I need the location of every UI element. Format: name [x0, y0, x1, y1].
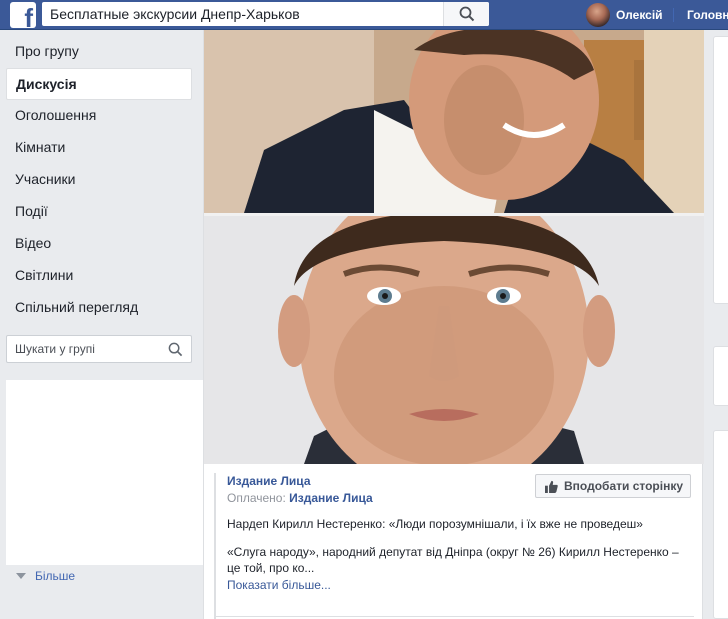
user-name: Олексій — [616, 8, 663, 22]
like-page-button[interactable]: Вподобати сторінку — [535, 474, 691, 498]
group-search-input[interactable]: Шукати у групі — [6, 335, 192, 363]
post-photo-bottom[interactable] — [204, 216, 704, 464]
group-search-placeholder: Шукати у групі — [15, 342, 95, 356]
caret-down-icon — [16, 573, 26, 579]
ad-paid-page[interactable]: Издание Лица — [289, 491, 373, 505]
search-input[interactable]: Бесплатные экскурсии Днепр-Харьков — [42, 2, 489, 26]
ad-headline[interactable]: Нардеп Кирилл Нестеренко: «Люди порозумн… — [227, 517, 643, 531]
thumbs-up-icon — [545, 480, 558, 493]
more-button[interactable]: Більше — [16, 569, 75, 583]
search-icon — [459, 6, 475, 22]
post-photo-top[interactable] — [204, 30, 704, 213]
sidebar-blank-panel — [6, 380, 205, 565]
top-bar: f Бесплатные экскурсии Днепр-Харьков Оле… — [0, 0, 728, 30]
nav-divider — [673, 8, 674, 22]
avatar — [586, 3, 610, 27]
ad-paid-prefix: Оплачено: — [227, 491, 286, 505]
right-column-card — [713, 430, 728, 619]
ad-accent-bar — [214, 473, 216, 619]
more-label: Більше — [35, 569, 76, 583]
sidebar-item-discussion[interactable]: Дискусія — [6, 68, 192, 100]
ad-page-name[interactable]: Издание Лица — [227, 474, 311, 488]
home-link[interactable]: Головна — [687, 8, 728, 22]
sidebar-item-about[interactable]: Про групу — [6, 36, 192, 68]
feed-post: Издание Лица Оплачено: Издание Лица Впод… — [203, 30, 704, 619]
facebook-logo-icon[interactable]: f — [10, 2, 36, 28]
sidebar-item-watch-party[interactable]: Спільний перегляд — [6, 292, 192, 324]
right-column-card — [713, 36, 728, 304]
sidebar-item-members[interactable]: Учасники — [6, 164, 192, 196]
sidebar-item-announcements[interactable]: Оголошення — [6, 100, 192, 132]
sidebar-item-events[interactable]: Події — [6, 196, 192, 228]
sidebar-item-rooms[interactable]: Кімнати — [6, 132, 192, 164]
profile-link[interactable]: Олексій — [586, 2, 663, 28]
search-icon[interactable] — [168, 342, 183, 357]
post-divider — [214, 616, 694, 617]
search-value: Бесплатные экскурсии Днепр-Харьков — [50, 6, 300, 22]
like-page-label: Вподобати сторінку — [564, 479, 684, 493]
sidebar-item-photos[interactable]: Світлини — [6, 260, 192, 292]
group-sidebar: Про групу Дискусія Оголошення Кімнати Уч… — [6, 36, 192, 324]
right-column-card — [713, 346, 728, 406]
sidebar-item-videos[interactable]: Відео — [6, 228, 192, 260]
ad-paid-by: Оплачено: Издание Лица — [227, 491, 373, 505]
show-more-link[interactable]: Показати більше... — [227, 578, 331, 592]
ad-body: «Слуга народу», народний депутат від Дні… — [227, 545, 679, 575]
search-button[interactable] — [443, 2, 489, 26]
